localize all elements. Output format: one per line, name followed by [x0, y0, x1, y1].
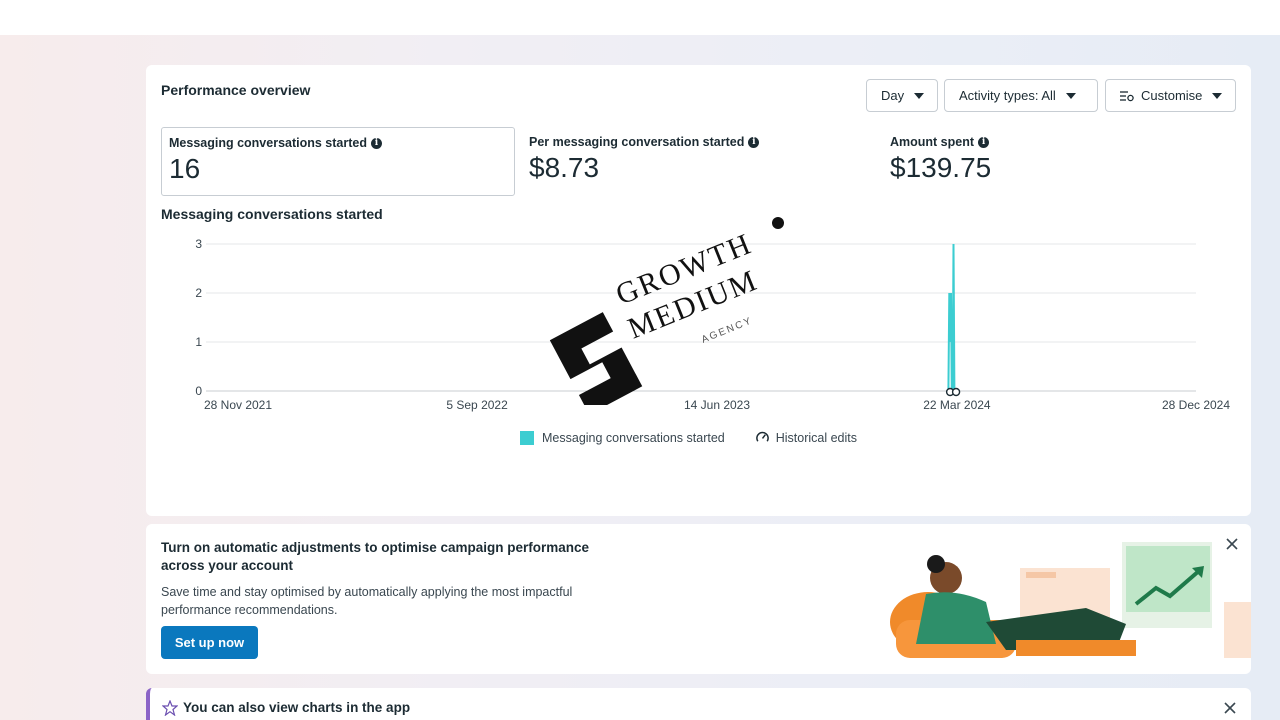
- historical-edit-marker[interactable]: [951, 387, 961, 397]
- series-line: [947, 243, 956, 392]
- legend-item-series[interactable]: Messaging conversations started: [520, 430, 725, 445]
- chart-legend: Messaging conversations started Historic…: [520, 430, 887, 445]
- legend-label: Historical edits: [775, 430, 858, 445]
- automatic-adjustments-card: Turn on automatic adjustments to optimis…: [146, 524, 1251, 674]
- legend-swatch: [520, 430, 534, 445]
- x-tick-label: 28 Dec 2024: [1162, 398, 1230, 412]
- promo-title: Turn on automatic adjustments to optimis…: [161, 540, 590, 573]
- logo-text-line3: AGENCY: [700, 315, 754, 346]
- performance-overview-card: Performance overview Day Activity types:…: [146, 65, 1251, 516]
- y-tick-label: 1: [195, 335, 202, 349]
- y-tick-label: 3: [195, 237, 202, 251]
- top-bar: [0, 0, 1280, 35]
- set-up-now-button[interactable]: Set up now: [161, 626, 258, 659]
- x-tick-label: 28 Nov 2021: [204, 398, 272, 412]
- legend-label: Messaging conversations started: [542, 430, 725, 445]
- star-icon: [162, 700, 178, 716]
- growth-medium-logo: GROWTH MEDIUM AGENCY: [549, 217, 784, 405]
- x-tick-label: 5 Sep 2022: [446, 398, 508, 412]
- promo-description: Save time and stay optimised by automati…: [161, 585, 573, 617]
- y-tick-label: 0: [195, 384, 202, 398]
- view-charts-in-app-card: You can also view charts in the app: [146, 688, 1251, 720]
- gauge-icon: [755, 431, 769, 442]
- x-tick-label: 22 Mar 2024: [923, 398, 991, 412]
- app-card-title: You can also view charts in the app: [183, 700, 411, 715]
- relaxing-person-illustration: [890, 542, 1251, 658]
- legend-item-historical-edits[interactable]: Historical edits: [755, 430, 857, 445]
- close-icon[interactable]: [1223, 701, 1237, 715]
- y-tick-label: 2: [195, 286, 202, 300]
